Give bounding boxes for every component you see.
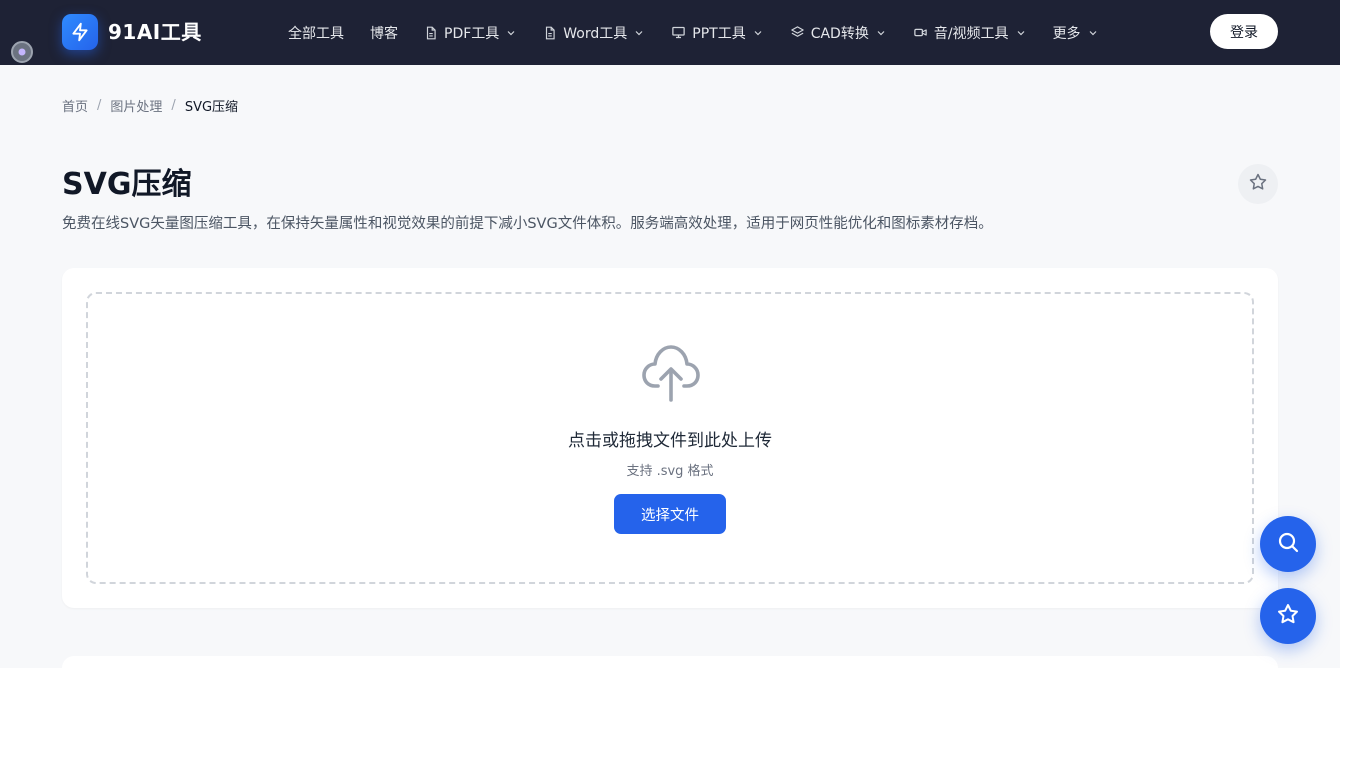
choose-file-button[interactable]: 选择文件	[614, 494, 726, 534]
upload-dropzone[interactable]: 点击或拖拽文件到此处上传 支持 .svg 格式 选择文件	[86, 292, 1254, 584]
floating-search-button[interactable]	[1260, 516, 1316, 572]
breadcrumb-category[interactable]: 图片处理	[110, 96, 162, 115]
nav-label: Word工具	[563, 25, 628, 42]
nav-label: 音/视频工具	[933, 25, 1009, 42]
chevron-down-icon	[633, 27, 645, 39]
nav-label: 全部工具	[288, 25, 344, 42]
upload-format-hint: 支持 .svg 格式	[626, 464, 714, 479]
chevron-down-icon	[505, 27, 517, 39]
logo-icon[interactable]	[62, 14, 98, 50]
page-title: SVG压缩	[62, 167, 192, 202]
video-icon	[913, 25, 928, 40]
extension-icon[interactable]	[11, 41, 33, 63]
page-description: 免费在线SVG矢量图压缩工具，在保持矢量属性和视觉效果的前提下减小SVG文件体积…	[62, 216, 993, 232]
nav-cad-convert[interactable]: CAD转换	[790, 23, 887, 43]
star-icon	[1276, 602, 1300, 630]
chevron-down-icon	[1087, 27, 1099, 39]
chevron-down-icon	[1015, 27, 1027, 39]
nav-label: CAD转换	[810, 25, 869, 42]
login-button[interactable]: 登录	[1210, 14, 1278, 49]
breadcrumb: 首页 / 图片处理 / SVG压缩	[62, 96, 238, 115]
nav-label: PDF工具	[444, 25, 500, 42]
presentation-icon	[671, 25, 686, 40]
document-icon	[424, 26, 438, 40]
nav-blog[interactable]: 博客	[370, 23, 398, 43]
nav-pdf-tools[interactable]: PDF工具	[424, 23, 517, 43]
breadcrumb-home[interactable]: 首页	[62, 96, 88, 115]
document-icon	[543, 26, 557, 40]
nav-label: 更多	[1052, 25, 1081, 42]
main-nav: 全部工具 博客 PDF工具 Word工具 PPT工具 CAD转换 音/视频工具 …	[288, 0, 1125, 65]
nav-all-tools[interactable]: 全部工具	[288, 23, 344, 43]
upload-title: 点击或拖拽文件到此处上传	[568, 431, 772, 451]
next-section-card	[62, 656, 1278, 668]
nav-label: 博客	[370, 25, 398, 42]
nav-word-tools[interactable]: Word工具	[543, 23, 645, 43]
nav-ppt-tools[interactable]: PPT工具	[671, 23, 763, 43]
upload-card: 点击或拖拽文件到此处上传 支持 .svg 格式 选择文件	[62, 268, 1278, 608]
chevron-down-icon	[752, 27, 764, 39]
breadcrumb-current: SVG压缩	[184, 100, 239, 115]
logo-text[interactable]: 91AI工具	[108, 18, 202, 46]
breadcrumb-separator: /	[171, 98, 176, 113]
nav-av-tools[interactable]: 音/视频工具	[913, 23, 1027, 43]
star-icon	[1248, 172, 1268, 196]
favorite-button[interactable]	[1238, 164, 1278, 204]
nav-label: PPT工具	[692, 25, 746, 42]
search-icon	[1276, 530, 1300, 558]
layers-icon	[790, 25, 805, 40]
top-navbar: 91AI工具 全部工具 博客 PDF工具 Word工具 PPT工具 CAD转换 …	[0, 0, 1340, 65]
nav-more[interactable]: 更多	[1053, 23, 1099, 43]
floating-favorites-button[interactable]	[1260, 588, 1316, 644]
chevron-down-icon	[875, 27, 887, 39]
cloud-upload-icon	[641, 342, 701, 408]
breadcrumb-separator: /	[97, 98, 102, 113]
